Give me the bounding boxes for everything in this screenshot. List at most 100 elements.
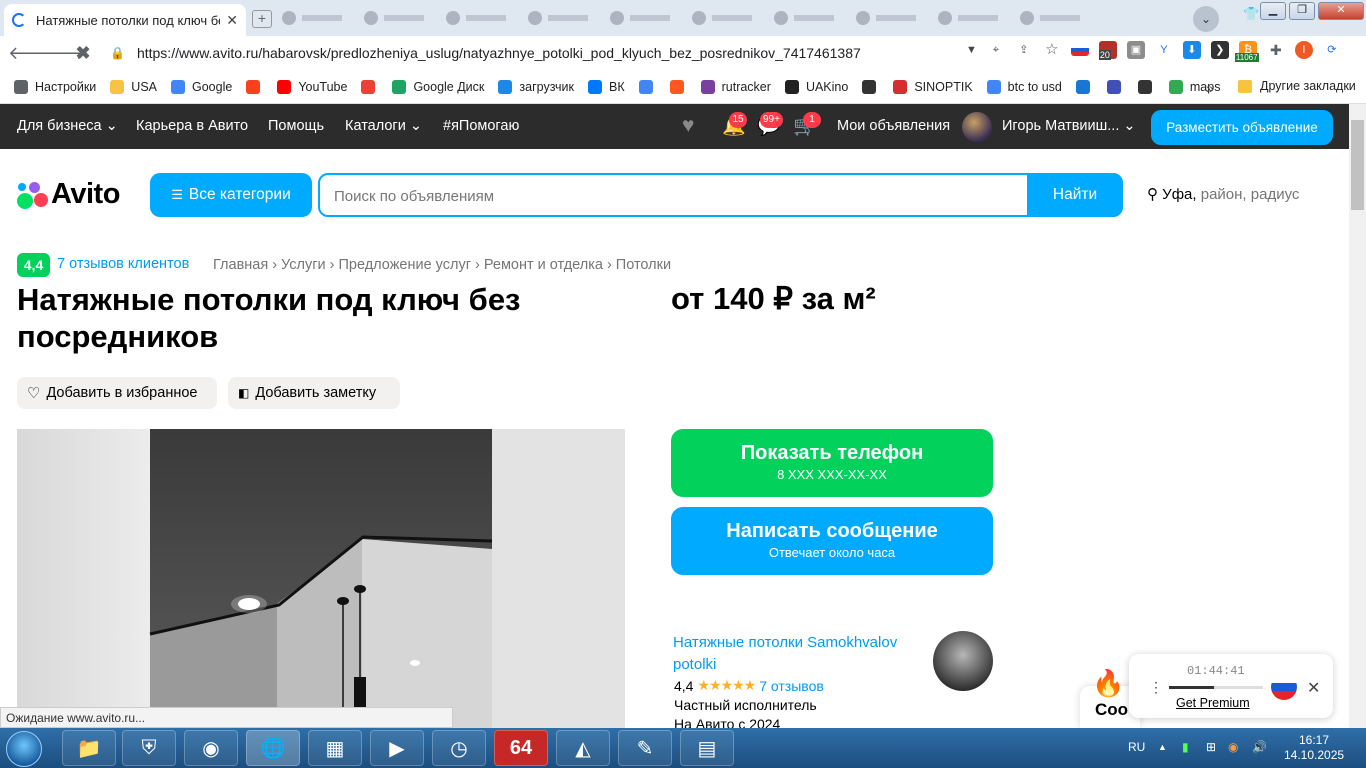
profile-avatar[interactable]: I [1294, 41, 1313, 59]
language-indicator[interactable]: RU [1128, 740, 1145, 754]
taskbar-clock[interactable]: 16:17 14.10.2025 [1284, 733, 1344, 763]
bookmark-item[interactable]: YouTube [277, 79, 347, 94]
bookmark-item[interactable]: rutracker [700, 79, 771, 94]
show-phone-button[interactable]: Показать телефон 8 XXX XXX-XX-XX [671, 429, 993, 497]
bookmark-item[interactable] [638, 79, 660, 94]
media-taskbar-icon[interactable]: ▶ [370, 730, 424, 766]
background-tab[interactable] [282, 8, 356, 28]
russia-flag-icon[interactable] [1271, 674, 1297, 700]
close-window-button[interactable]: ✕ [1318, 2, 1364, 20]
russia-flag-icon[interactable] [1070, 44, 1089, 56]
bookmark-star-icon[interactable]: ☆ [1042, 41, 1061, 59]
nav-business[interactable]: Для бизнеса ⌄ [17, 118, 118, 134]
tab-close-icon[interactable]: ✕ [226, 12, 238, 29]
bookmarks-overflow-icon[interactable]: » [1206, 80, 1214, 96]
forward-arrow-icon[interactable]: 🡒 [38, 43, 86, 64]
bookmark-item[interactable] [1106, 79, 1128, 94]
nav-user-menu[interactable]: Игорь Матвииш... ⌄ [1002, 118, 1136, 134]
browser-tab-active[interactable]: Натяжные потолки под ключ без ✕ [4, 4, 246, 36]
player-close-icon[interactable]: ✕ [1307, 678, 1320, 698]
address-bar[interactable]: 🔒 https://www.avito.ru/habarovsk/predloz… [104, 40, 984, 66]
bookmark-item[interactable] [1075, 79, 1097, 94]
bookmark-item[interactable] [1137, 79, 1159, 94]
back-arrow-icon[interactable]: 🡐 [8, 43, 56, 64]
seller-name-link[interactable]: Натяжные потолки Samokhvalov potolki [673, 632, 923, 676]
chrome-taskbar-icon[interactable]: ◉ [184, 730, 238, 766]
bookmark-item[interactable]: ВК [587, 79, 625, 94]
download-icon[interactable]: ⬇ [1182, 41, 1201, 59]
bookmark-item[interactable]: Настройки [14, 79, 96, 94]
tray-app-icon[interactable]: ◉ [1228, 740, 1238, 754]
network-taskbar-icon[interactable]: ▦ [308, 730, 362, 766]
page-scrollbar[interactable] [1349, 104, 1366, 728]
monitor-taskbar-icon[interactable]: ▤ [680, 730, 734, 766]
scrollbar-thumb[interactable] [1351, 120, 1364, 210]
briefcase-icon[interactable]: ▣ [1126, 41, 1145, 59]
breadcrumb-item[interactable]: Ремонт и отделка [484, 257, 603, 273]
dropdown-arrow-icon[interactable]: ▼ [966, 44, 977, 56]
shirt-icon[interactable]: 👕 [1243, 6, 1259, 22]
background-tab[interactable] [938, 8, 1012, 28]
player-progress-bar[interactable] [1169, 686, 1263, 689]
background-tab[interactable] [610, 8, 684, 28]
y-extension-icon[interactable]: Y [1154, 41, 1173, 59]
tray-expand-icon[interactable]: ▲ [1158, 742, 1167, 752]
bookmark-item[interactable] [361, 79, 382, 94]
seller-avatar[interactable] [933, 631, 993, 691]
puzzle-icon[interactable]: ✚ [1266, 41, 1285, 59]
search-submit-button[interactable]: Найти [1027, 173, 1123, 217]
tray-network-icon[interactable]: ⊞ [1206, 740, 1216, 754]
favorites-heart-icon[interactable]: ♥ [682, 114, 694, 138]
globe-taskbar-icon[interactable]: 🌐 [246, 730, 300, 766]
tray-battery-icon[interactable]: ▮ [1182, 740, 1189, 754]
explorer-taskbar-icon[interactable]: 📁 [62, 730, 116, 766]
place-ad-button[interactable]: Разместить объявление [1151, 110, 1333, 145]
location-blocked-icon[interactable]: ⌖ [986, 41, 1005, 59]
nav-help[interactable]: Помощь [268, 118, 324, 134]
bitcoin-icon[interactable]: ₿ 11067 [1234, 41, 1259, 62]
background-tab[interactable] [528, 8, 602, 28]
all-categories-button[interactable]: ☰ Все категории [150, 173, 312, 217]
maximize-button[interactable]: ❐ [1289, 2, 1315, 20]
bookmark-item[interactable]: Google Диск [392, 79, 484, 94]
location-selector[interactable]: ⚲ Уфа, район, радиус [1147, 185, 1299, 203]
background-tab[interactable] [446, 8, 520, 28]
avito-logo[interactable]: Avito [17, 178, 120, 211]
minimize-button[interactable]: ▁ [1260, 2, 1286, 20]
other-bookmarks[interactable]: Другие закладки [1238, 79, 1356, 93]
colorful-app-taskbar-icon[interactable]: ◭ [556, 730, 610, 766]
bookmark-item[interactable]: UAKino [784, 79, 848, 94]
breadcrumb-item[interactable]: Предложение услуг [338, 257, 471, 273]
bookmark-item[interactable]: SINOPTIK [893, 79, 973, 94]
bookmark-item[interactable] [862, 79, 883, 94]
share-icon[interactable]: ⇪ [1014, 41, 1033, 59]
background-tab[interactable] [1020, 8, 1094, 28]
tab-search-dropdown-icon[interactable]: ⌄ [1193, 6, 1219, 32]
bookmark-item[interactable] [246, 79, 267, 94]
breadcrumb-item[interactable]: Потолки [616, 257, 671, 273]
lock-icon[interactable]: 🔒 [110, 46, 125, 60]
start-button[interactable] [6, 731, 42, 767]
tray-volume-icon[interactable]: 🔊 [1252, 740, 1267, 754]
stop-loading-icon[interactable]: ✖ [68, 43, 98, 64]
add-favorite-button[interactable]: ♡ Добавить в избранное [17, 377, 217, 409]
extension-badge-icon[interactable]: 20 [1098, 41, 1117, 60]
player-menu-icon[interactable]: ⋮ [1149, 679, 1163, 696]
nav-catalogs[interactable]: Каталоги ⌄ [345, 118, 422, 134]
user-avatar[interactable] [962, 112, 992, 142]
url-text[interactable]: https://www.avito.ru/habarovsk/predlozhe… [137, 45, 861, 61]
write-message-button[interactable]: Написать сообщение Отвечает около часа [671, 507, 993, 575]
background-tab[interactable] [856, 8, 930, 28]
background-tab[interactable] [364, 8, 438, 28]
clock-taskbar-icon[interactable]: ◷ [432, 730, 486, 766]
shield-taskbar-icon[interactable]: ⛨ [122, 730, 176, 766]
listing-photo[interactable] [17, 429, 625, 728]
nav-my-ads[interactable]: Мои объявления [837, 118, 950, 134]
seller-reviews-link[interactable]: 7 отзывов [759, 678, 824, 694]
background-tab[interactable] [774, 8, 848, 28]
add-note-button[interactable]: ◧ Добавить заметку [228, 377, 400, 409]
bookmark-item[interactable]: btc to usd [986, 79, 1062, 94]
search-input[interactable] [334, 184, 1014, 208]
aida64-taskbar-icon[interactable]: 64 [494, 730, 548, 766]
notepad-taskbar-icon[interactable]: ✎ [618, 730, 672, 766]
